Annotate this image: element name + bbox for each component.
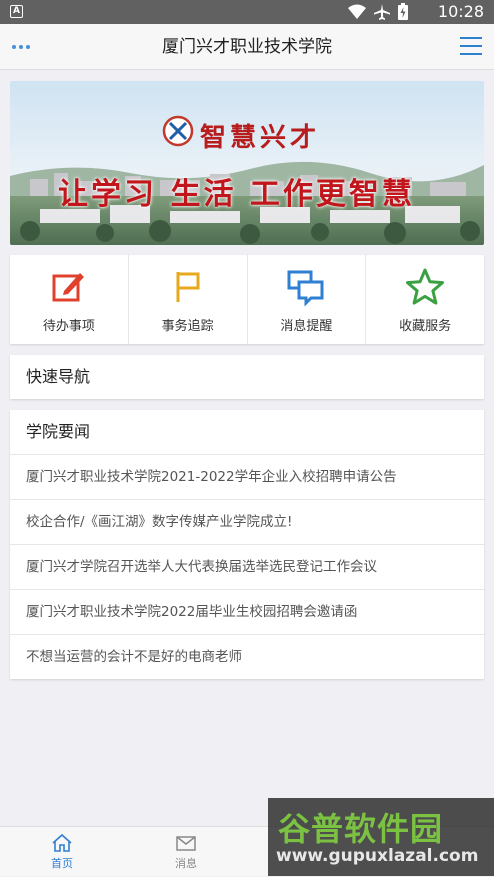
clock: 10:28 <box>437 2 484 21</box>
watermark-url: www.gupuxlazal.com <box>276 846 479 866</box>
quick-nav-title: 快速导航 <box>26 367 91 386</box>
news-section-title: 学院要闻 <box>26 422 91 441</box>
quick-action-label: 收藏服务 <box>399 319 452 334</box>
airplane-icon <box>374 3 390 20</box>
envelope-icon <box>176 836 196 851</box>
flag-icon <box>176 272 200 302</box>
quick-action-label: 消息提醒 <box>280 319 333 334</box>
status-bar: A 10:28 <box>0 0 494 24</box>
tab-label: 消息 <box>175 857 197 870</box>
quick-action-tracking[interactable]: 事务追踪 <box>129 255 248 344</box>
chat-icon <box>287 270 324 306</box>
battery-icon <box>398 3 408 20</box>
news-item[interactable]: 厦门兴才职业技术学院2022届毕业生校园招聘会邀请函 <box>10 589 484 634</box>
site-watermark: 谷普软件园 www.gupuxlazal.com <box>268 798 494 876</box>
status-icons <box>348 3 408 20</box>
notification-a-icon: A <box>10 5 23 18</box>
top-nav-bar: 厦门兴才职业技术学院 <box>0 24 494 70</box>
tab-label: 首页 <box>51 857 73 870</box>
news-item[interactable]: 厦门兴才学院召开选举人大代表换届选举选民登记工作会议 <box>10 544 484 589</box>
wifi-icon <box>348 4 366 19</box>
news-item[interactable]: 校企合作/《画江湖》数字传媒产业学院成立! <box>10 499 484 544</box>
tab-home[interactable]: 首页 <box>0 827 124 877</box>
hamburger-menu-icon[interactable] <box>460 37 482 57</box>
quick-action-todo[interactable]: 待办事项 <box>10 255 129 344</box>
college-logo-icon <box>162 115 194 147</box>
quick-action-messages[interactable]: 消息提醒 <box>248 255 367 344</box>
watermark-brand: 谷普软件园 <box>278 810 444 848</box>
banner-logo-text: 智慧兴才 <box>200 123 321 153</box>
news-item[interactable]: 厦门兴才职业技术学院2021-2022学年企业入校招聘申请公告 <box>10 454 484 499</box>
tab-messages[interactable]: 消息 <box>124 827 248 877</box>
quick-action-label: 待办事项 <box>42 319 95 334</box>
news-item[interactable]: 不想当运营的会计不是好的电商老师 <box>10 634 484 679</box>
star-icon <box>406 268 445 305</box>
banner-image <box>10 81 484 245</box>
home-icon <box>52 833 72 852</box>
quick-actions: 待办事项 事务追踪 消息提醒 收藏服务 <box>10 255 484 344</box>
campus-banner[interactable]: 智慧兴才 让学习 生活 工作更智慧 <box>10 81 484 245</box>
quick-action-favorites[interactable]: 收藏服务 <box>366 255 484 344</box>
quick-action-label: 事务追踪 <box>161 319 214 334</box>
edit-icon <box>52 273 84 302</box>
banner-slogan: 让学习 生活 工作更智慧 <box>58 177 415 212</box>
quick-nav-card[interactable]: 快速导航 <box>10 355 484 399</box>
page-title: 厦门兴才职业技术学院 <box>162 37 332 57</box>
news-card: 学院要闻 厦门兴才职业技术学院2021-2022学年企业入校招聘申请公告 校企合… <box>10 410 484 679</box>
